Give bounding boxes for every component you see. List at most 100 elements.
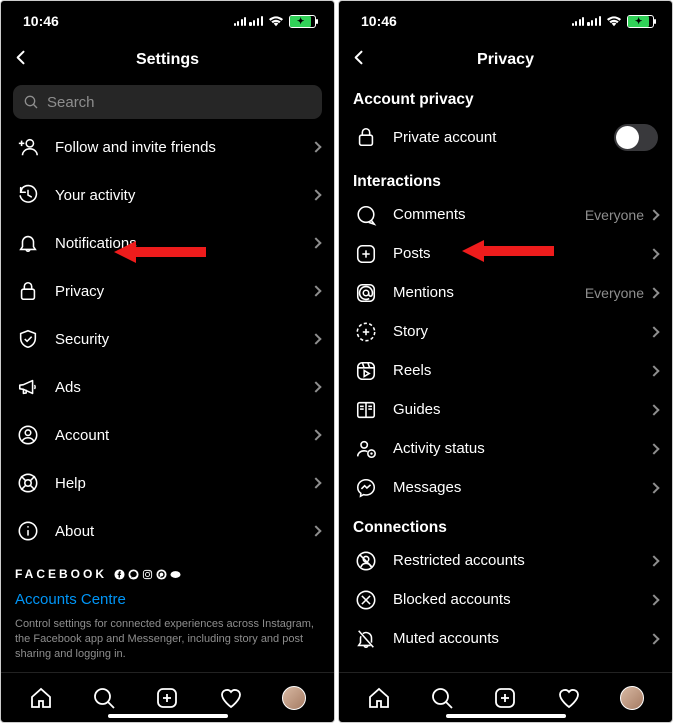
status-bar: 10:46 ✦ [1,1,334,41]
story-icon [353,321,379,343]
row-story[interactable]: Story [339,312,672,351]
row-follow-invite[interactable]: Follow and invite friends [1,123,334,171]
chevron-right-icon [648,443,659,454]
row-privacy[interactable]: Privacy [1,267,334,315]
row-value: Everyone [585,285,644,301]
nav-activity[interactable] [218,685,244,711]
facebook-section: FACEBOOK Accounts Centre Control setting… [1,555,334,666]
row-label: Private account [393,129,614,146]
chevron-right-icon [310,525,321,536]
nav-profile[interactable] [281,685,307,711]
chevron-right-icon [648,555,659,566]
battery-icon: ✦ [627,15,654,28]
row-ads[interactable]: Ads [1,363,334,411]
section-account-privacy: Account privacy [339,79,672,113]
row-label: Story [393,323,650,340]
row-activity-status[interactable]: Activity status [339,429,672,468]
privacy-screen: 10:46 ✦ Privacy Account privacy Private … [338,0,673,723]
header: Privacy [339,41,672,79]
at-icon [353,282,379,304]
row-private-account: Private account [339,113,672,161]
chevron-right-icon [310,333,321,344]
row-posts[interactable]: Posts [339,234,672,273]
create-post-icon [353,243,379,265]
bell-icon [15,232,41,254]
facebook-brand: FACEBOOK [15,567,320,581]
clock-back-icon [15,184,41,206]
row-blocked[interactable]: Blocked accounts [339,580,672,619]
clock: 10:46 [23,13,59,29]
chevron-right-icon [648,326,659,337]
row-restricted[interactable]: Restricted accounts [339,541,672,580]
megaphone-icon [15,376,41,398]
nav-search[interactable] [429,685,455,711]
nav-search[interactable] [91,685,117,711]
shield-icon [15,328,41,350]
page-title: Settings [136,51,199,69]
row-label: Restricted accounts [393,552,650,569]
chevron-right-icon [648,365,659,376]
row-account[interactable]: Account [1,411,334,459]
back-button[interactable] [11,48,31,73]
settings-screen: 10:46 ✦ Settings Search [0,0,335,723]
wifi-icon [606,16,622,27]
row-activity[interactable]: Your activity [1,171,334,219]
clock: 10:46 [361,13,397,29]
row-value: Everyone [585,207,644,223]
private-account-toggle[interactable] [614,124,658,151]
row-notifications[interactable]: Notifications [1,219,334,267]
info-icon [15,520,41,542]
blocked-icon [353,589,379,611]
avatar [620,686,644,710]
wifi-icon [268,16,284,27]
row-comments[interactable]: Comments Everyone [339,195,672,234]
nav-home[interactable] [366,685,392,711]
search-input[interactable]: Search [13,85,322,119]
row-label: Activity status [393,440,650,457]
row-muted[interactable]: Muted accounts [339,619,672,658]
row-label: Posts [393,245,650,262]
reels-icon [353,360,379,382]
search-icon [23,94,39,110]
nav-profile[interactable] [619,685,645,711]
nav-create[interactable] [154,685,180,711]
row-label: Follow and invite friends [55,139,312,156]
row-label: Notifications [55,235,312,252]
row-mentions[interactable]: Mentions Everyone [339,273,672,312]
search-placeholder: Search [47,94,95,111]
chevron-right-icon [648,209,659,220]
nav-home[interactable] [28,685,54,711]
row-label: Privacy [55,283,312,300]
row-label: Messages [393,479,650,496]
row-label: Account [55,427,312,444]
nav-activity[interactable] [556,685,582,711]
chevron-right-icon [648,248,659,259]
row-reels[interactable]: Reels [339,351,672,390]
dual-signal-icon [234,16,263,26]
dual-signal-icon [572,16,601,26]
chevron-right-icon [648,482,659,493]
row-messages[interactable]: Messages [339,468,672,507]
row-label: Ads [55,379,312,396]
activity-status-icon [353,438,379,460]
row-about[interactable]: About [1,507,334,555]
chevron-right-icon [310,477,321,488]
home-indicator [446,714,566,718]
row-label: Security [55,331,312,348]
add-people-icon [15,136,41,158]
restricted-icon [353,550,379,572]
section-interactions: Interactions [339,161,672,195]
row-label: Reels [393,362,650,379]
back-button[interactable] [349,48,369,73]
row-label: Guides [393,401,650,418]
accounts-centre-link[interactable]: Accounts Centre [15,591,126,608]
section-connections: Connections [339,507,672,541]
guides-icon [353,399,379,421]
row-guides[interactable]: Guides [339,390,672,429]
facebook-description: Control settings for connected experienc… [15,617,320,662]
nav-create[interactable] [492,685,518,711]
header: Settings [1,41,334,79]
row-security[interactable]: Security [1,315,334,363]
row-help[interactable]: Help [1,459,334,507]
row-label: Your activity [55,187,312,204]
